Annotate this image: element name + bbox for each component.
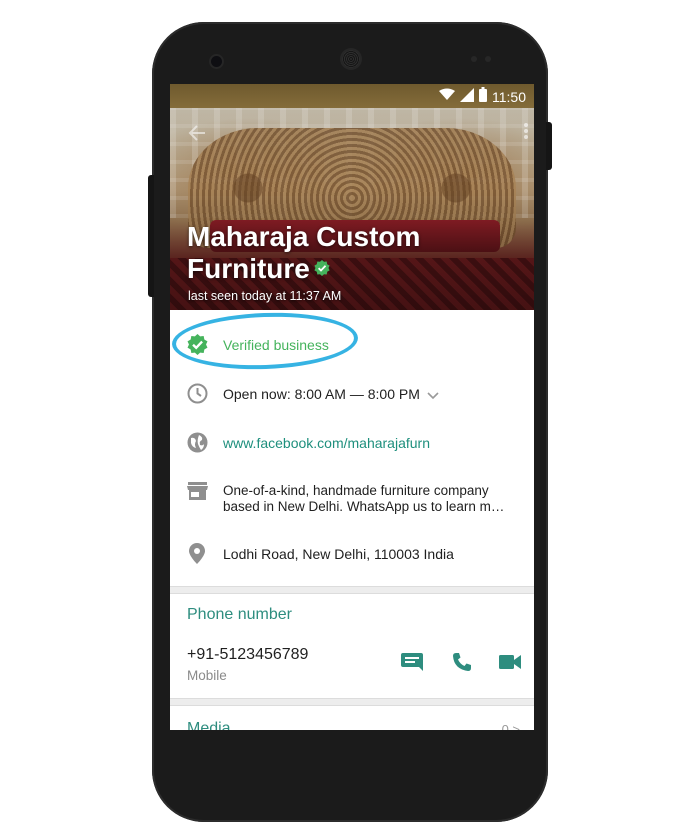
verified-badge-icon [187, 334, 208, 360]
profile-header: Maharaja Custom Furniture last seen toda… [170, 108, 534, 310]
front-camera [211, 56, 222, 67]
phone-number[interactable]: +91-5123456789 [187, 646, 308, 664]
globe-icon [187, 432, 208, 458]
power-button [546, 122, 552, 170]
overflow-menu-icon[interactable] [524, 122, 528, 145]
store-icon [187, 482, 208, 506]
chevron-down-icon[interactable] [427, 387, 439, 405]
wifi-icon [439, 88, 455, 106]
media-section-title[interactable]: Media [187, 720, 231, 730]
address-text: Lodhi Road, New Delhi, 110003 India [223, 546, 454, 562]
earpiece-speaker [342, 50, 360, 68]
section-divider-2 [170, 698, 534, 706]
hours-text: Open now: 8:00 AM — 8:00 PM [223, 386, 420, 402]
phone-type: Mobile [187, 668, 227, 683]
status-time: 11:50 [492, 89, 526, 105]
verified-business-label: Verified business [223, 337, 329, 353]
message-icon[interactable] [401, 653, 423, 676]
last-seen-text: last seen today at 11:37 AM [188, 289, 342, 303]
light-sensor [485, 56, 491, 62]
section-divider [170, 586, 534, 594]
location-pin-icon [189, 543, 205, 569]
phone-section-title: Phone number [187, 606, 292, 623]
video-icon[interactable] [499, 655, 521, 674]
phone-icon[interactable] [452, 652, 472, 677]
signal-icon [460, 87, 474, 107]
status-bar: 11:50 [170, 84, 534, 108]
proximity-sensor [471, 56, 477, 62]
screen: 11:50 Maharaja Custom Furniture last see… [170, 84, 534, 730]
media-count[interactable]: 0 > [502, 722, 520, 730]
business-description: One-of-a-kind, handmade furniture compan… [223, 483, 505, 514]
clock-icon [187, 383, 208, 409]
website-link[interactable]: www.facebook.com/maharajafurn [223, 435, 430, 451]
business-name: Maharaja Custom Furniture [187, 221, 421, 284]
business-name-container: Maharaja Custom Furniture [187, 221, 487, 287]
verified-check-icon [314, 251, 330, 283]
battery-icon [479, 87, 487, 107]
back-arrow-icon[interactable] [188, 124, 206, 147]
volume-button [148, 175, 154, 297]
